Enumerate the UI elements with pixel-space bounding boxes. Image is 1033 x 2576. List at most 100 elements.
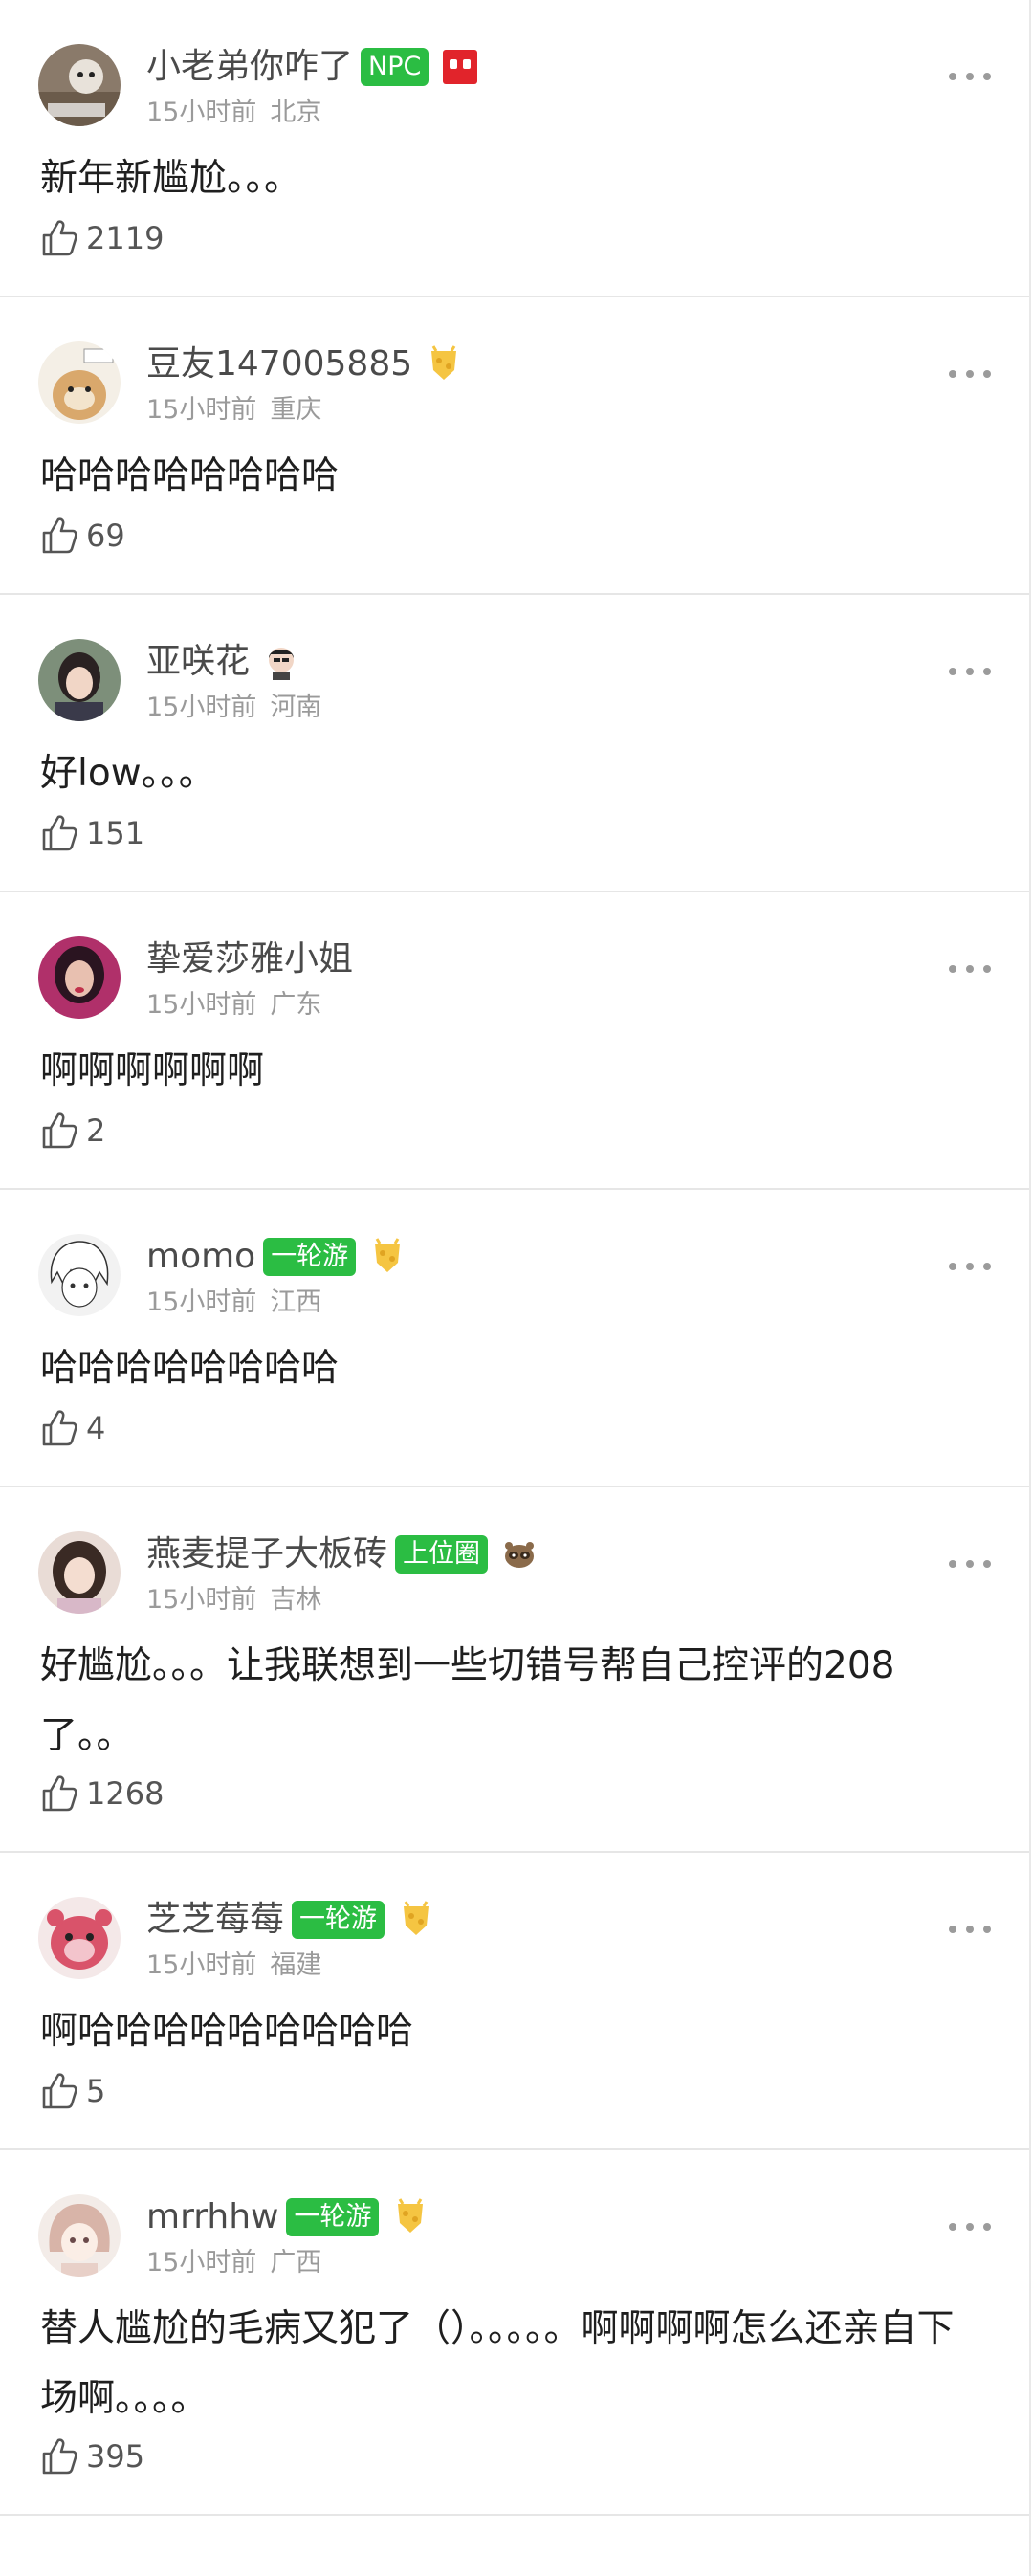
avatar[interactable] [38,44,121,126]
like-button[interactable]: 5 [40,2070,105,2112]
comment-item: 芝芝莓莓 一轮游 15小时前 福建 啊哈哈哈哈哈哈哈哈哈 5 [0,1853,1029,2150]
comment-item: 亚咲花 15小时前 河南 好low。。。 151 [0,595,1029,892]
thumbs-up-icon [42,517,77,554]
comment-time: 15小时前 [146,693,257,722]
username[interactable]: 挚爱莎雅小姐 [146,936,353,982]
avatar[interactable] [38,341,121,424]
comment-time: 15小时前 [146,990,257,1020]
comment-text: 哈哈哈哈哈哈哈哈 [40,454,340,497]
like-count: 2119 [86,220,165,256]
character-medal-icon [263,643,299,681]
comment-time: 15小时前 [146,2248,257,2278]
more-dots-icon[interactable] [949,662,991,681]
comment-meta: 15小时前 江西 [146,1286,321,1320]
comment-location: 吉林 [270,1585,322,1615]
like-count: 69 [86,517,125,554]
comment-time: 15小时前 [146,1585,257,1615]
thumbs-up-icon [42,220,77,256]
thumbs-up-icon [42,1410,77,1446]
avatar[interactable] [38,1531,121,1614]
comment-feed: 小老弟你咋了 NPC 15小时前 北京 新年新尴尬。。。 2119 豆友14700… [0,0,1033,2516]
user-badge: 上位圈 [395,1535,489,1574]
more-dots-icon[interactable] [949,959,991,979]
comment-meta: 15小时前 北京 [146,96,321,130]
more-dots-icon[interactable] [949,1920,991,1939]
comment-time: 15小时前 [146,1288,257,1317]
comment-meta: 15小时前 河南 [146,691,321,725]
comment-location: 福建 [270,1950,322,1980]
more-dots-icon[interactable] [949,2217,991,2236]
username[interactable]: 芝芝莓莓 [146,1897,284,1943]
user-badge: 一轮游 [292,1901,385,1939]
user-badge: NPC [361,48,429,86]
more-dots-icon[interactable] [949,67,991,86]
like-count: 151 [86,815,145,851]
comment-time: 15小时前 [146,98,257,127]
avatar[interactable] [38,936,121,1019]
comment-text: 好尴尬。。。让我联想到一些切错号帮自己控评的208了。。 [40,1644,895,1757]
like-count: 2 [86,1112,106,1149]
more-dots-icon[interactable] [949,1554,991,1574]
comment-location: 江西 [270,1288,322,1317]
comment-time: 15小时前 [146,1950,257,1980]
avatar[interactable] [38,1234,121,1316]
avatar[interactable] [38,639,121,721]
username[interactable]: 小老弟你咋了 [146,44,353,90]
comment-meta: 15小时前 广东 [146,988,321,1023]
comment-text: 啊哈哈哈哈哈哈哈哈哈 [40,2010,414,2053]
thumbs-up-icon [42,2073,77,2109]
more-dots-icon[interactable] [949,1257,991,1276]
username[interactable]: 亚咲花 [146,639,250,685]
comment-time: 15小时前 [146,395,257,425]
more-dots-icon[interactable] [949,364,991,384]
thumbs-up-icon [42,1775,77,1812]
username[interactable]: momo [146,1234,255,1280]
comment-location: 河南 [270,693,322,722]
comment-text: 好low。。。 [40,752,216,795]
comment-item: 燕麦提子大板砖 上位圈 15小时前 吉林 好尴尬。。。让我联想到一些切错号帮自己控… [0,1487,1029,1853]
like-button[interactable]: 151 [40,812,144,854]
comment-text: 新年新尴尬。。。 [40,157,302,200]
comment-meta: 15小时前 重庆 [146,393,321,428]
comment-location: 北京 [270,98,322,127]
raccoon-medal-icon [501,1535,538,1574]
cheese-medal-icon [398,1901,434,1939]
comment-location: 广西 [270,2248,322,2278]
comment-text: 哈哈哈哈哈哈哈哈 [40,1347,340,1390]
thumbs-up-icon [42,1112,77,1149]
cheese-medal-icon [369,1238,406,1276]
like-button[interactable]: 395 [40,2435,144,2477]
comment-meta: 15小时前 广西 [146,2246,321,2280]
comment-item: 挚爱莎雅小姐 15小时前 广东 啊啊啊啊啊啊 2 [0,892,1029,1190]
red-emblem-icon [442,48,478,86]
comment-meta: 15小时前 福建 [146,1949,321,1983]
comment-item: mrrhhw 一轮游 15小时前 广西 替人尴尬的毛病又犯了（）。。。。。啊啊啊啊… [0,2150,1029,2516]
like-button[interactable]: 2 [40,1110,105,1152]
comment-meta: 15小时前 吉林 [146,1583,321,1618]
comment-item: 小老弟你咋了 NPC 15小时前 北京 新年新尴尬。。。 2119 [0,0,1029,297]
like-count: 395 [86,2438,145,2475]
user-badge: 一轮游 [263,1238,357,1276]
cheese-medal-icon [426,345,462,384]
like-button[interactable]: 2119 [40,217,164,259]
comment-text: 啊啊啊啊啊啊 [40,1049,265,1092]
thumbs-up-icon [42,2438,77,2475]
like-count: 5 [86,2073,106,2109]
like-button[interactable]: 1268 [40,1772,164,1815]
like-count: 1268 [86,1775,165,1812]
cheese-medal-icon [392,2198,429,2236]
comment-text: 替人尴尬的毛病又犯了（）。。。。。啊啊啊啊怎么还亲自下场啊。。。。 [40,2307,955,2420]
comment-item: 豆友147005885 15小时前 重庆 哈哈哈哈哈哈哈哈 69 [0,297,1029,595]
username[interactable]: 燕麦提子大板砖 [146,1531,387,1577]
user-badge: 一轮游 [286,2198,380,2236]
avatar[interactable] [38,1897,121,1979]
comment-item: momo 一轮游 15小时前 江西 哈哈哈哈哈哈哈哈 4 [0,1190,1029,1487]
username[interactable]: 豆友147005885 [146,341,412,387]
like-button[interactable]: 4 [40,1407,105,1449]
like-button[interactable]: 69 [40,515,125,557]
like-count: 4 [86,1410,106,1446]
avatar[interactable] [38,2194,121,2277]
comment-location: 重庆 [270,395,322,425]
thumbs-up-icon [42,815,77,851]
username[interactable]: mrrhhw [146,2194,278,2240]
